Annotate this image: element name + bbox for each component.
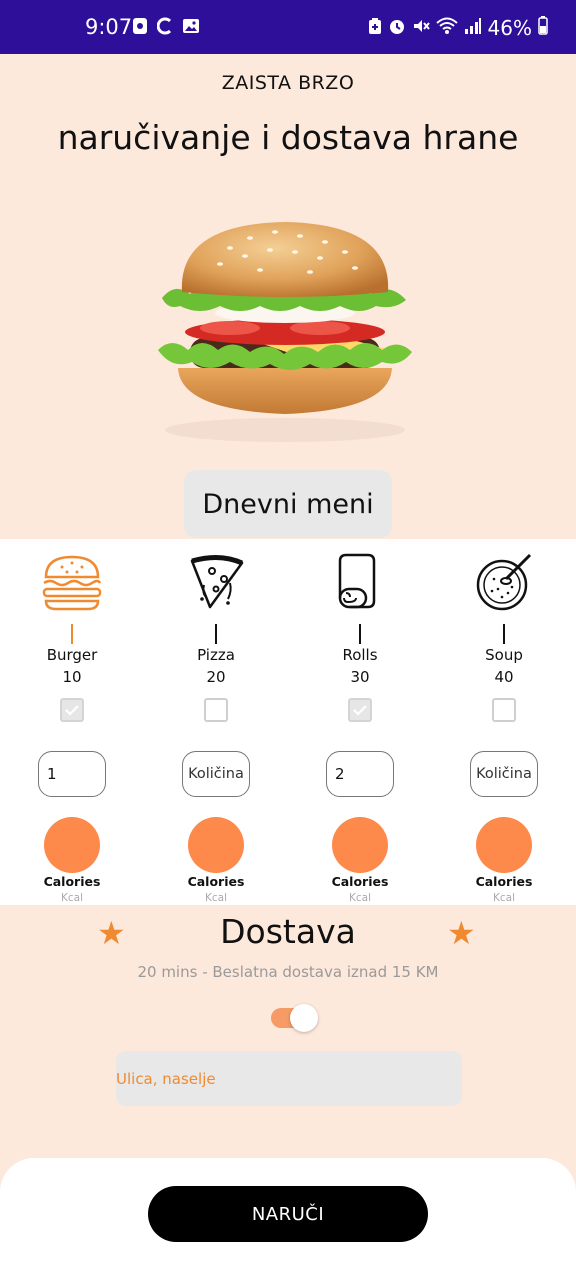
quantity-input[interactable]: Količina xyxy=(182,751,250,797)
calories-unit: Kcal xyxy=(348,892,371,904)
item-divider xyxy=(215,624,217,644)
rolls-icon[interactable] xyxy=(328,549,392,613)
soup-icon[interactable] xyxy=(472,549,536,613)
item-name: Burger xyxy=(46,646,98,664)
address-input[interactable]: Ulica, naselje xyxy=(116,1051,462,1106)
wifi-icon xyxy=(435,16,458,40)
battery-percent: 46% xyxy=(487,15,532,40)
delivery-toggle[interactable] xyxy=(271,1004,318,1032)
calories-label: Calories xyxy=(475,874,533,889)
alarm-icon xyxy=(388,16,406,40)
burger-image xyxy=(158,222,412,442)
item-name: Rolls xyxy=(342,646,378,664)
item-price: 40 xyxy=(494,668,514,686)
battery-icon xyxy=(538,15,548,40)
quantity-input[interactable]: 2 xyxy=(326,751,394,797)
item-checkbox[interactable] xyxy=(348,698,372,722)
item-name: Pizza xyxy=(197,646,235,664)
toggle-knob xyxy=(290,1004,318,1032)
quantity-input[interactable]: 1 xyxy=(38,751,106,797)
item-price: 20 xyxy=(206,668,226,686)
item-name: Soup xyxy=(485,646,523,664)
quantity-input[interactable]: Količina xyxy=(470,751,538,797)
check-icon xyxy=(65,705,79,716)
calories-unit: Kcal xyxy=(492,892,515,904)
delivery-info: 20 mins - Beslatna dostava iznad 15 KM xyxy=(137,963,439,981)
calories-label: Calories xyxy=(187,874,245,889)
burger-icon[interactable] xyxy=(40,549,104,613)
check-icon xyxy=(353,705,367,716)
mute-icon xyxy=(412,16,430,40)
menu-items-panel: Burger 10 1 Calories Kcal Pizza 20 Količ… xyxy=(0,539,576,905)
battery-saver-icon xyxy=(368,16,382,40)
calories-indicator xyxy=(188,817,244,873)
page-title: naručivanje i dostava hrane xyxy=(57,118,519,157)
order-button[interactable]: NARUČI xyxy=(148,1186,428,1242)
c-notification-icon xyxy=(156,17,173,39)
daily-menu-button[interactable]: Dnevni meni xyxy=(184,470,392,538)
app-subtitle: ZAISTA BRZO xyxy=(221,72,355,94)
app-notification-icon xyxy=(132,17,148,39)
calories-label: Calories xyxy=(43,874,101,889)
calories-unit: Kcal xyxy=(60,892,83,904)
image-notification-icon xyxy=(182,17,200,39)
item-price: 10 xyxy=(62,668,82,686)
calories-indicator xyxy=(332,817,388,873)
status-time: 9:07 xyxy=(85,15,133,39)
item-divider xyxy=(359,624,361,644)
calories-label: Calories xyxy=(331,874,389,889)
item-checkbox[interactable] xyxy=(492,698,516,722)
calories-indicator xyxy=(44,817,100,873)
item-checkbox[interactable] xyxy=(204,698,228,722)
item-checkbox[interactable] xyxy=(60,698,84,722)
calories-unit: Kcal xyxy=(204,892,227,904)
item-divider xyxy=(71,624,73,644)
item-price: 30 xyxy=(350,668,370,686)
calories-indicator xyxy=(476,817,532,873)
item-divider xyxy=(503,624,505,644)
delivery-title: Dostava xyxy=(220,912,356,951)
status-bar: 9:07 46% xyxy=(0,0,576,54)
pizza-icon[interactable] xyxy=(184,549,248,613)
signal-icon xyxy=(464,16,482,40)
